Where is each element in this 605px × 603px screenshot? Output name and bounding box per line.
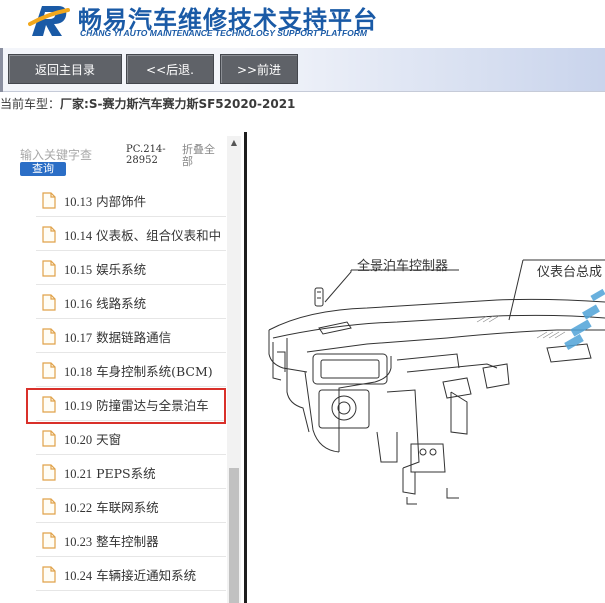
home-button[interactable]: 返回主目录 [8,54,122,84]
tree-item-label: 10.20 天窗 [64,429,121,448]
tree-item-number: 10.14 [64,228,93,243]
tree-item-title: 仪表板、组合仪表和中 [96,227,222,243]
document-icon [42,565,56,583]
document-icon [42,327,56,345]
tree-item-number: 10.21 [64,466,93,481]
tree-item-title: 数据链路通信 [96,329,172,345]
dashboard-diagram: 全景泊车控制器 仪表台总成 [268,258,605,505]
tree-item-title: 整车控制器 [96,533,159,549]
car-model-prefix: 当前车型： [0,97,61,111]
tree-item-title: 车身控制系统(BCM) [96,363,213,379]
search-button[interactable]: 查询 [20,162,66,176]
tree-item[interactable]: 10.17 数据链路通信 [36,320,226,353]
header: 畅易汽车维修技术支持平台 CHANG YI AUTO MAINTENANCE T… [0,0,605,48]
document-icon [42,429,56,447]
tree-item-label: 10.23 整车控制器 [64,531,159,550]
tree-item[interactable]: 10.14 仪表板、组合仪表和中 [36,218,226,251]
tree-item-number: 10.16 [64,296,93,311]
tree-item-label: 10.24 车辆接近通知系统 [64,565,196,584]
tree-item-title: 娱乐系统 [96,261,147,277]
tree-item-label: 10.15 娱乐系统 [64,259,146,278]
tree-item[interactable]: 10.22 车联网系统 [36,490,226,523]
tree-item-label: 10.14 仪表板、组合仪表和中 [64,225,221,244]
tree-item-title: 车辆接近通知系统 [96,567,197,583]
tree-item-number: 10.22 [64,500,93,515]
car-model-value: 厂家:S-赛力斯汽车赛力斯SF52020-2021 [60,97,296,111]
back-button[interactable]: <<后退. [126,54,214,84]
document-icon [42,463,56,481]
document-icon [42,259,56,277]
tree-item-label: 10.17 数据链路通信 [64,327,171,346]
document-icon [42,191,56,209]
label-parking-controller: 全景泊车控制器 [357,258,448,274]
search-input[interactable]: 输入关键字查 [20,148,120,162]
tree-item-number: 10.20 [64,432,93,447]
tree-item-title: 车联网系统 [96,499,159,515]
scrollbar-thumb[interactable] [229,468,239,603]
tree-item-title: 内部饰件 [96,193,147,209]
tree-item[interactable]: 10.13 内部饰件 [36,184,226,217]
document-icon [42,531,56,549]
tree-item[interactable]: 10.23 整车控制器 [36,524,226,557]
tree-item-label: 10.21 PEPS系统 [64,463,156,482]
diagram-panel: 全景泊车控制器 仪表台总成 [247,132,605,603]
platform-subtitle: CHANG YI AUTO MAINTENANCE TECHNOLOGY SUP… [80,28,367,38]
tree-item-number: 10.13 [64,194,93,209]
toolbar-edge [0,48,3,92]
tree-item-label: 10.18 车身控制系统(BCM) [64,361,213,380]
tree-item-label: 10.13 内部饰件 [64,191,146,210]
tree-item-label: 10.16 线路系统 [64,293,146,312]
tree-item-number: 10.24 [64,568,93,583]
document-icon [42,293,56,311]
tree-item[interactable]: 10.21 PEPS系统 [36,456,226,489]
label-dashboard-assembly: 仪表台总成 [537,265,602,280]
tree-item-number: 10.23 [64,534,93,549]
pc-code: PC.214-28952 [126,144,166,166]
tree-item[interactable]: 10.24 车辆接近通知系统 [36,558,226,591]
tree-item-number: 10.15 [64,262,93,277]
tree-item[interactable]: 10.18 车身控制系统(BCM) [36,354,226,387]
logo-icon [28,6,70,36]
scroll-up-arrow-icon[interactable]: ▲ [227,136,241,150]
document-icon [42,497,56,515]
tree-item[interactable]: 10.15 娱乐系统 [36,252,226,285]
selected-item-highlight [26,388,226,424]
tree-item-number: 10.17 [64,330,93,345]
tree-item-label: 10.22 车联网系统 [64,497,159,516]
document-icon [42,361,56,379]
current-car-model: 当前车型：厂家:S-赛力斯汽车赛力斯SF52020-2021 [0,94,605,114]
tree-item-title: 天窗 [96,431,122,447]
forward-button[interactable]: >>前进 [220,54,298,84]
tree-item-number: 10.18 [64,364,93,379]
tree-item-title: PEPS系统 [96,465,156,481]
tree-item-title: 线路系统 [96,295,147,311]
collapse-all-link[interactable]: 折叠全部 [182,144,222,168]
tree-item[interactable]: 10.16 线路系统 [36,286,226,319]
document-icon [42,225,56,243]
tree-item[interactable]: 10.20 天窗 [36,422,226,455]
